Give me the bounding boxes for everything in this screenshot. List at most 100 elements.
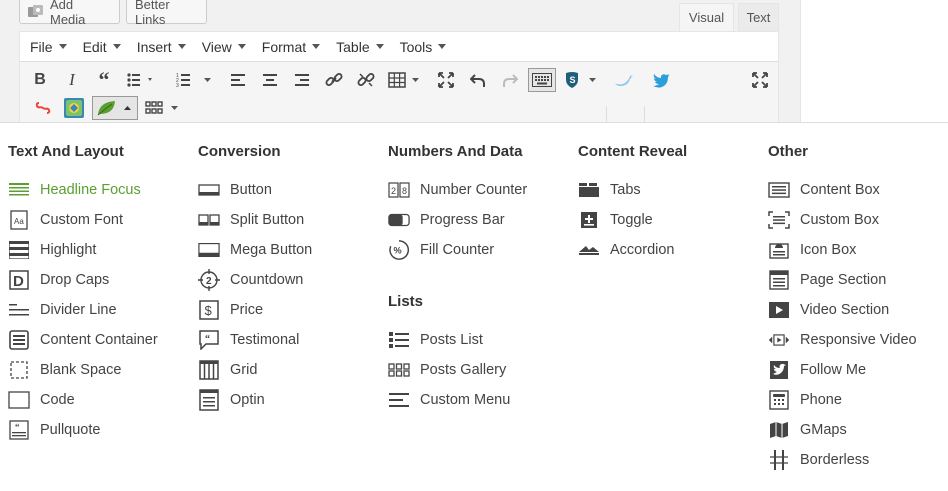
list-item[interactable]: Headline Focus [8, 179, 141, 201]
list-item[interactable]: Page Section [768, 269, 886, 291]
bold-icon[interactable]: B [28, 68, 52, 92]
tab-text[interactable]: Text [738, 3, 779, 31]
list-item[interactable]: 2 Countdown [198, 269, 303, 291]
page-section-icon [768, 269, 790, 291]
list-item[interactable]: D Drop Caps [8, 269, 109, 291]
list-item[interactable]: Content Container [8, 329, 158, 351]
grid-icon[interactable] [144, 96, 184, 120]
redo-icon[interactable] [498, 68, 522, 92]
list-item[interactable]: Button [198, 179, 272, 201]
list-item[interactable]: Posts Gallery [388, 359, 506, 381]
numbered-list-icon[interactable]: 123 [176, 68, 216, 92]
item-label: Grid [230, 362, 258, 378]
item-label: Responsive Video [800, 332, 917, 348]
align-center-icon[interactable] [258, 68, 282, 92]
list-item[interactable]: Custom Menu [388, 389, 510, 411]
twitter-icon[interactable] [650, 68, 674, 92]
undo-icon[interactable] [466, 68, 490, 92]
list-item[interactable]: Video Section [768, 299, 889, 321]
align-right-icon[interactable] [290, 68, 314, 92]
drop-caps-icon: D [8, 269, 30, 291]
menu-format[interactable]: Format [252, 32, 326, 61]
list-item[interactable]: Aa Custom Font [8, 209, 123, 231]
menu-tools-label: Tools [399, 38, 433, 55]
item-label: Content Box [800, 182, 880, 198]
list-item[interactable]: Code [8, 389, 75, 411]
editor-toolbar: File Edit Insert View Format Table Tools… [19, 31, 779, 128]
list-item[interactable]: Follow Me [768, 359, 866, 381]
leaf-icon[interactable] [92, 96, 138, 120]
menu-insert[interactable]: Insert [127, 32, 192, 61]
blank-space-icon [8, 359, 30, 381]
unlink-icon[interactable] [354, 68, 378, 92]
list-item[interactable]: 28 Number Counter [388, 179, 527, 201]
editor-toolbar-area: Add Media Better Links Visual Text File … [0, 0, 800, 128]
list-item[interactable]: Phone [768, 389, 842, 411]
better-links-label: Better Links [135, 0, 170, 27]
list-item[interactable]: Optin [198, 389, 265, 411]
item-label: Button [230, 182, 272, 198]
align-left-icon[interactable] [226, 68, 250, 92]
list-item[interactable]: Borderless [768, 449, 869, 471]
list-item[interactable]: Content Box [768, 179, 880, 201]
list-item[interactable]: Responsive Video [768, 329, 917, 351]
menu-format-label: Format [261, 38, 307, 55]
add-media-button[interactable]: Add Media [19, 0, 120, 27]
list-item[interactable]: Progress Bar [388, 209, 505, 231]
image-plugin-icon[interactable] [62, 96, 86, 120]
item-label: Optin [230, 392, 265, 408]
menu-view[interactable]: View [192, 32, 252, 61]
price-icon: $ [198, 299, 220, 321]
expand-icon[interactable] [748, 68, 772, 92]
custom-box-icon [768, 209, 790, 231]
bullet-list-icon[interactable] [124, 68, 158, 92]
column-title: Conversion [198, 143, 281, 160]
fill-counter-icon: % [388, 239, 410, 261]
item-label: Content Container [40, 332, 158, 348]
menu-file-label: File [30, 38, 53, 55]
better-links-button[interactable]: Better Links [126, 0, 207, 27]
list-item[interactable]: % Fill Counter [388, 239, 494, 261]
list-item[interactable]: Blank Space [8, 359, 121, 381]
shortcode-icon[interactable] [32, 96, 54, 120]
tab-visual[interactable]: Visual [679, 3, 734, 31]
list-item[interactable]: Custom Box [768, 209, 879, 231]
shield-icon[interactable]: S [562, 68, 602, 92]
italic-icon[interactable]: I [60, 68, 84, 92]
list-item[interactable]: GMaps [768, 419, 847, 441]
tweet-icon[interactable] [612, 68, 636, 92]
list-item[interactable]: $ Price [198, 299, 263, 321]
list-item[interactable]: Posts List [388, 329, 483, 351]
menu-table[interactable]: Table [326, 32, 389, 61]
menu-file[interactable]: File [20, 32, 73, 61]
list-item[interactable]: Divider Line [8, 299, 117, 321]
menu-tools[interactable]: Tools [390, 32, 453, 61]
chevron-down-icon [58, 44, 67, 49]
list-item[interactable]: “ Pullquote [8, 419, 100, 441]
item-label: Countdown [230, 272, 304, 288]
link-icon[interactable] [322, 68, 346, 92]
fullscreen-icon[interactable] [434, 68, 458, 92]
list-item[interactable]: Icon Box [768, 239, 856, 261]
blockquote-icon[interactable]: “ [92, 67, 116, 92]
menu-edit[interactable]: Edit [73, 32, 127, 61]
item-label: Custom Menu [420, 392, 511, 408]
list-item[interactable]: Tabs [578, 179, 641, 201]
list-item[interactable]: Mega Button [198, 239, 312, 261]
list-item[interactable]: Accordion [578, 239, 674, 261]
item-label: Fill Counter [420, 242, 495, 258]
blank-area [800, 0, 948, 122]
list-item[interactable]: Split Button [198, 209, 304, 231]
list-item[interactable]: “ Testimonal [198, 329, 299, 351]
divider-icon [8, 299, 30, 321]
list-item[interactable]: Grid [198, 359, 257, 381]
list-item[interactable]: Toggle [578, 209, 653, 231]
item-label: Blank Space [40, 362, 122, 378]
keyboard-icon[interactable] [528, 68, 556, 92]
custom-font-icon: Aa [8, 209, 30, 231]
list-item[interactable]: Highlight [8, 239, 96, 261]
accordion-icon [578, 239, 600, 261]
table-icon[interactable] [386, 68, 426, 92]
tab-text-label: Text [746, 10, 771, 25]
icon-box-icon [768, 239, 790, 261]
